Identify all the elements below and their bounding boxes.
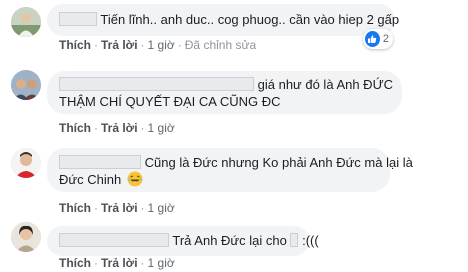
avatar-photo-icon [11,148,41,178]
avatar[interactable] [11,70,41,100]
comment-text-line-2: THẬM CHÍ QUYẾT ĐẠI CA CŨNG ĐC [59,94,281,109]
reaction-summary[interactable]: 2 [363,29,393,49]
redacted-username [59,155,141,169]
like-button[interactable]: Thích [59,38,91,52]
reply-button[interactable]: Trả lời [101,256,138,270]
like-button[interactable]: Thích [59,201,91,215]
comment-bubble: giá như đó là Anh ĐỨC THẬM CHÍ QUYẾT ĐẠI… [47,71,402,114]
comment-actions: Thích · Trả lời · 1 giờ [59,256,175,270]
avatar-photo-icon [11,7,41,37]
like-button[interactable]: Thích [59,256,91,270]
comment-actions: Thích · Trả lời · 1 giờ · Đã chỉnh sửa [59,38,257,52]
redacted-username [59,77,254,91]
comment-bubble: Trả Anh Đức lại cho :((( [47,226,319,256]
comment-text-line-2: Đức Chinh [59,172,122,187]
avatar[interactable] [11,7,41,37]
comment-text-end: :((( [302,233,319,248]
reaction-count: 2 [382,33,389,45]
timestamp[interactable]: 1 giờ [148,256,175,270]
redacted-name [290,233,299,247]
like-icon [365,31,380,47]
edited-label[interactable]: Đã chỉnh sửa [185,38,256,52]
redacted-username [59,233,169,247]
timestamp[interactable]: 1 giờ [148,38,175,52]
like-button[interactable]: Thích [59,121,91,135]
timestamp[interactable]: 1 giờ [148,201,175,215]
comment-bubble: Tiến lĩnh.. anh duc.. cog phuog.. cần và… [47,4,399,36]
comment-text: Tiến lĩnh.. anh duc.. cog phuog.. cần và… [100,12,400,27]
avatar[interactable] [11,222,41,252]
laughing-emoji-icon [127,171,143,187]
redacted-username [59,12,97,26]
reply-button[interactable]: Trả lời [101,38,138,52]
comment-text: giá như đó là Anh ĐỨC [257,77,394,92]
reply-button[interactable]: Trả lời [101,121,138,135]
comment-text: Trả Anh Đức lại cho [172,233,287,248]
comment-actions: Thích · Trả lời · 1 giờ [59,121,175,135]
avatar[interactable] [11,148,41,178]
timestamp[interactable]: 1 giờ [148,121,175,135]
comment-bubble: Cũng là Đức nhưng Ko phải Anh Đức mà lại… [47,148,413,192]
avatar-photo-icon [11,70,41,100]
comment-text: Cũng là Đức nhưng Ko phải Anh Đức mà lại… [144,155,413,170]
comment-actions: Thích · Trả lời · 1 giờ [59,201,175,215]
avatar-photo-icon [11,222,41,252]
reply-button[interactable]: Trả lời [101,201,138,215]
